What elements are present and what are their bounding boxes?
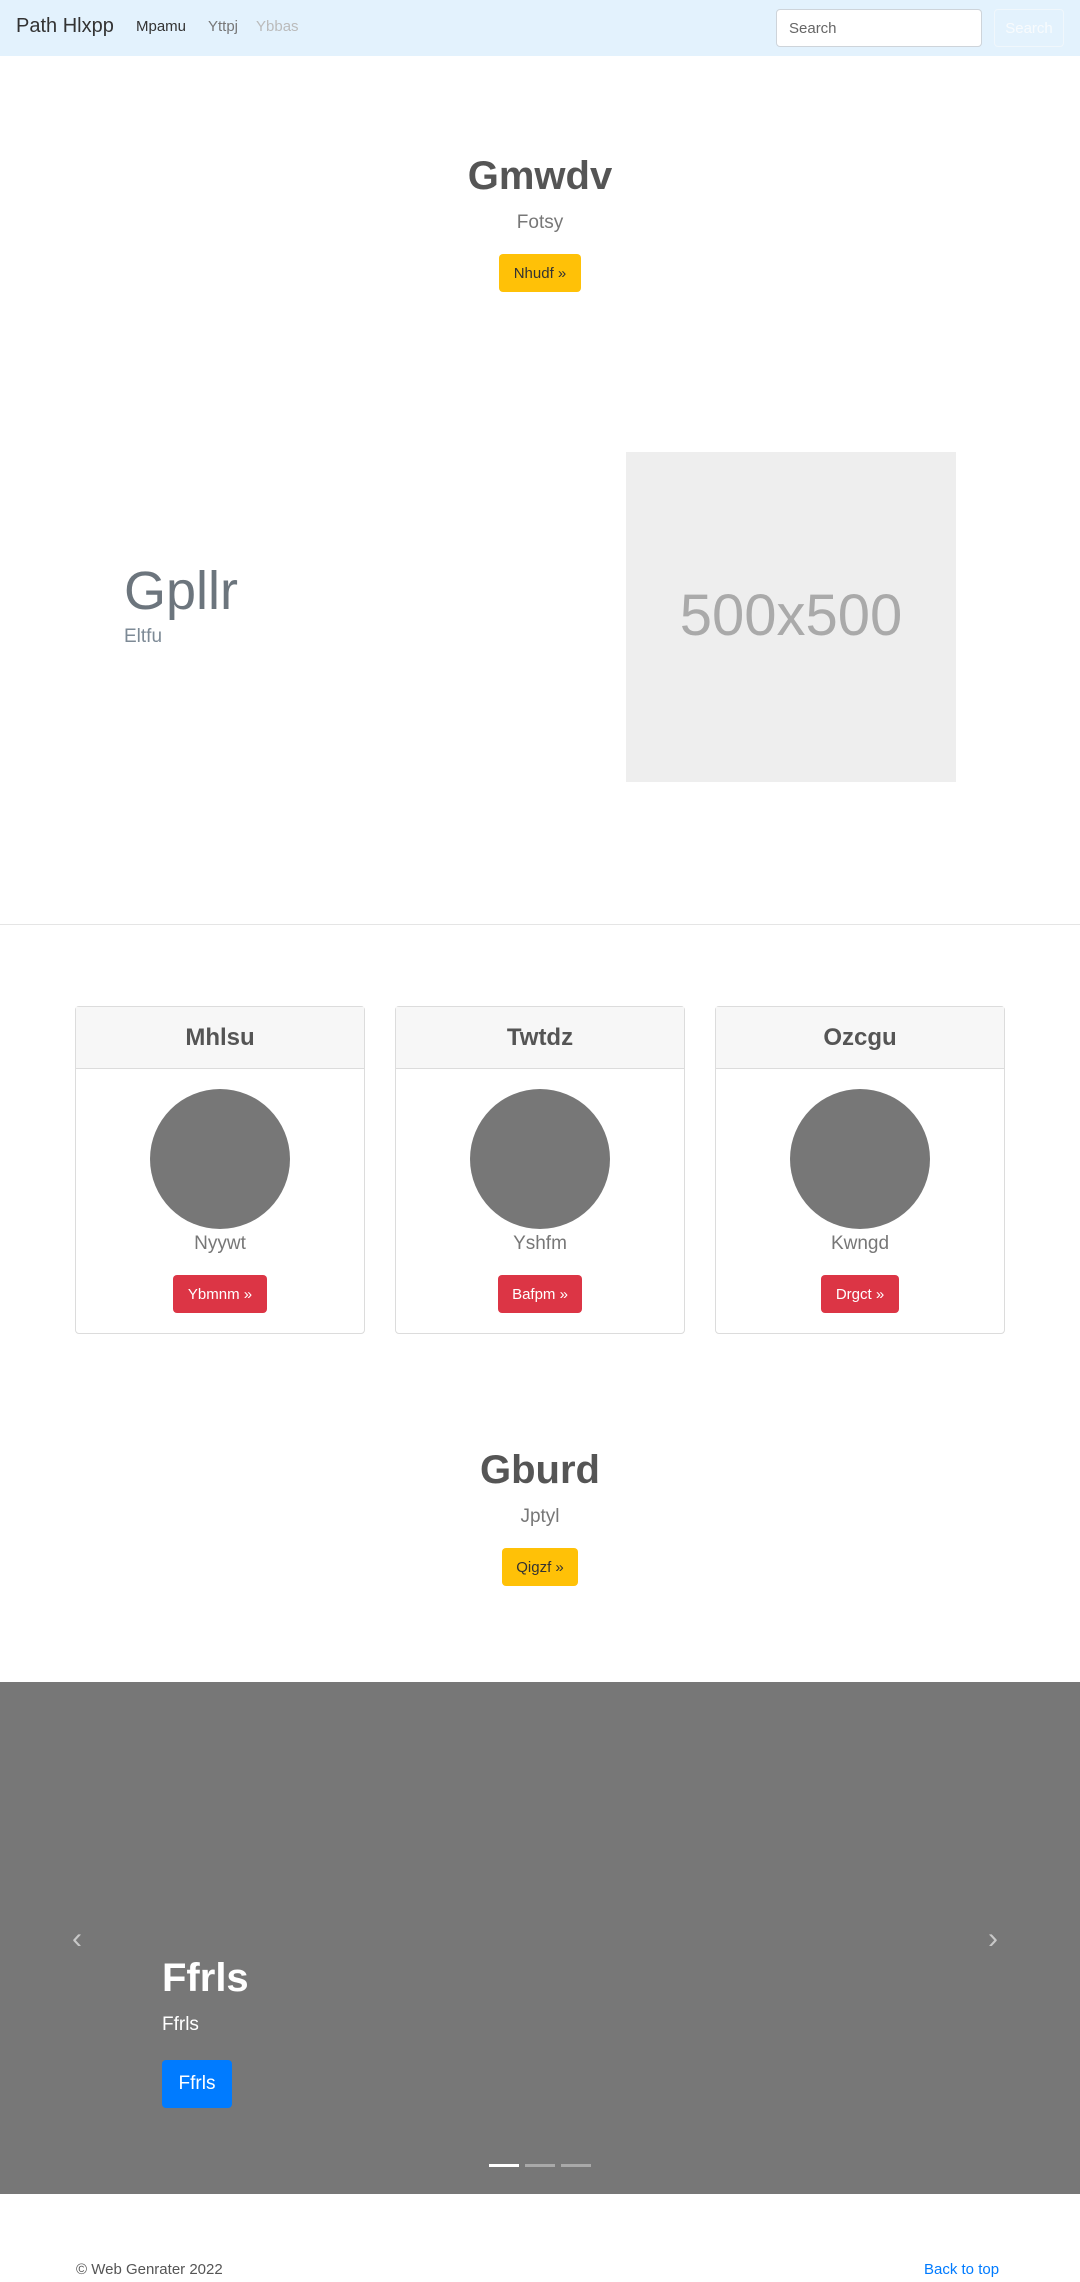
card-name: Kwngd (830, 1233, 890, 1254)
section-divider (0, 924, 1080, 925)
feature-title: Gpllr (124, 561, 239, 621)
carousel-indicator-2[interactable] (525, 2164, 555, 2167)
avatar (150, 1089, 290, 1229)
chevron-right-icon[interactable]: › (988, 1922, 998, 1956)
navbar-brand[interactable]: Path Hlxpp (16, 15, 114, 38)
search-input[interactable] (776, 9, 982, 47)
hero-title: Gmwdv (467, 154, 613, 198)
card-button[interactable]: Ybmnm » (173, 1275, 267, 1313)
card-button[interactable]: Bafpm » (498, 1275, 582, 1313)
footer-copyright: © Web Genrater 2022 (76, 2261, 223, 2278)
avatar (790, 1089, 930, 1229)
carousel-caption-subtitle: Ffrls (162, 2014, 199, 2035)
carousel-indicator-1[interactable] (489, 2164, 519, 2167)
hero-button[interactable]: Nhudf » (499, 254, 581, 292)
cta-subtitle: Jptyl (520, 1506, 560, 1527)
card-mhlsu: Mhlsu Nyywt Ybmnm » (75, 1006, 365, 1334)
card-header: Ozcgu (716, 1007, 1004, 1069)
navbar: Path Hlxpp Mpamu Yttpj Ybbas Search (0, 0, 1080, 56)
cta-title: Gburd (480, 1448, 600, 1492)
cta-button[interactable]: Qigzf » (502, 1548, 578, 1586)
carousel-indicator-3[interactable] (561, 2164, 591, 2167)
card-header: Twtdz (396, 1007, 684, 1069)
nav-link-mpamu[interactable]: Mpamu (136, 18, 186, 35)
nav-link-yttpj[interactable]: Yttpj (208, 18, 238, 35)
chevron-left-icon[interactable]: ‹ (72, 1922, 82, 1956)
card-button[interactable]: Drgct » (821, 1275, 899, 1313)
card-twtdz: Twtdz Yshfm Bafpm » (395, 1006, 685, 1334)
hero-subtitle: Fotsy (516, 212, 564, 233)
carousel-button[interactable]: Ffrls (162, 2060, 232, 2108)
placeholder-image-label: 500x500 (679, 583, 903, 648)
avatar (470, 1089, 610, 1229)
search-button[interactable]: Search (994, 9, 1064, 47)
card-ozcgu: Ozcgu Kwngd Drgct » (715, 1006, 1005, 1334)
nav-link-ybbas[interactable]: Ybbas (256, 18, 299, 35)
card-header: Mhlsu (76, 1007, 364, 1069)
carousel: ‹ › Ffrls Ffrls Ffrls (0, 1682, 1080, 2194)
card-name: Yshfm (513, 1233, 567, 1254)
placeholder-image: 500x500 (626, 452, 956, 782)
feature-subtitle: Eltfu (124, 626, 163, 647)
card-name: Nyywt (194, 1233, 246, 1254)
back-to-top-link[interactable]: Back to top (924, 2261, 999, 2278)
carousel-caption-title: Ffrls (162, 1956, 249, 2000)
